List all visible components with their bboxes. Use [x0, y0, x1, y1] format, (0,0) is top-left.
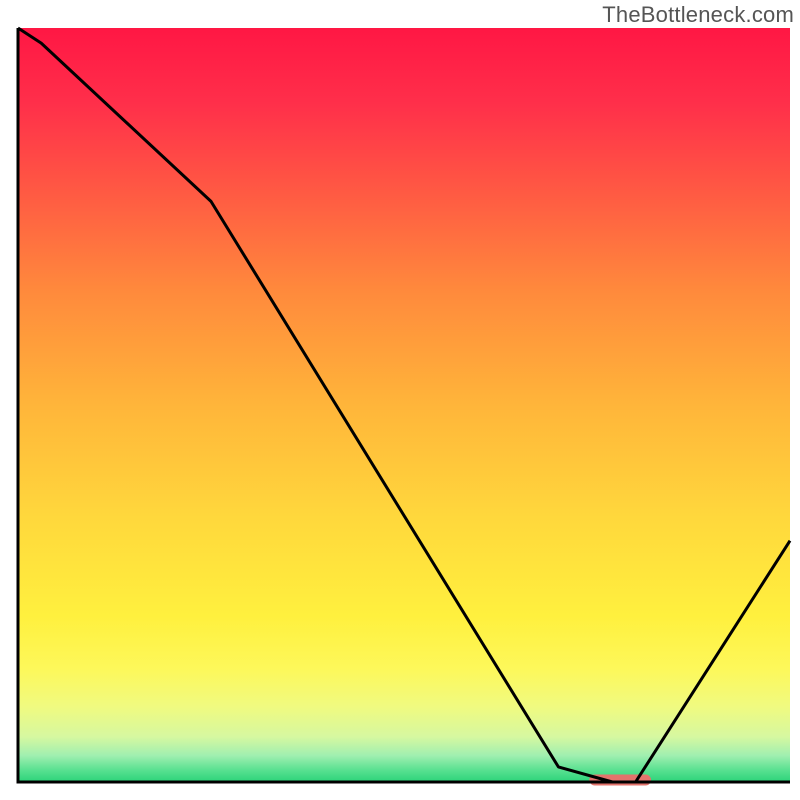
bottleneck-chart	[0, 0, 800, 800]
watermark-text: TheBottleneck.com	[602, 2, 794, 28]
optimal-range-marker	[589, 775, 651, 786]
gradient-background	[18, 28, 790, 782]
chart-container: TheBottleneck.com	[0, 0, 800, 800]
